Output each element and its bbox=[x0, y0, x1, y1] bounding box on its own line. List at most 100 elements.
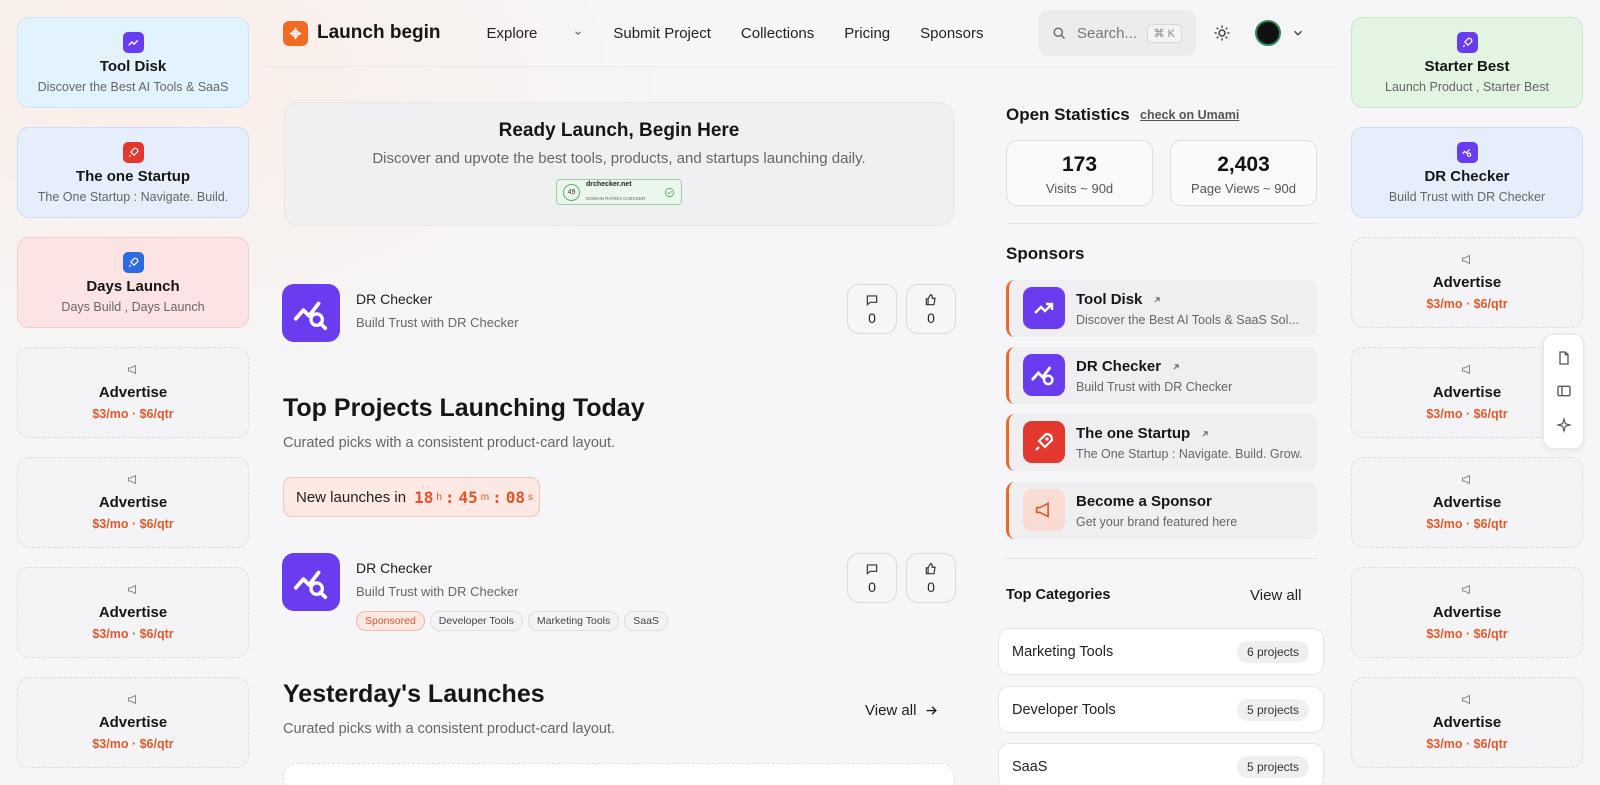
nav-explore[interactable]: Explore bbox=[487, 25, 584, 42]
nav-pricing[interactable]: Pricing bbox=[844, 25, 890, 42]
megaphone-icon bbox=[127, 584, 139, 598]
rocket-icon bbox=[1023, 421, 1065, 463]
sponsor-dr-checker[interactable]: DR Checker Build Trust with DR Checker bbox=[1006, 347, 1317, 404]
ad-subtitle: Build Trust with DR Checker bbox=[1388, 189, 1546, 204]
tag-sponsored[interactable]: Sponsored bbox=[356, 611, 425, 631]
categories-view-all[interactable]: View all bbox=[1250, 587, 1301, 604]
magnify-chart-icon bbox=[282, 553, 340, 611]
sponsor-tool-disk[interactable]: Tool Disk Discover the Best AI Tools & S… bbox=[1006, 280, 1317, 337]
sidebar-panel-icon[interactable] bbox=[1556, 383, 1572, 399]
upvote-button[interactable]: 0 bbox=[906, 553, 956, 603]
sponsor-name: The one Startup bbox=[1076, 425, 1191, 442]
document-icon[interactable] bbox=[1556, 350, 1572, 366]
sponsor-desc: Build Trust with DR Checker bbox=[1076, 380, 1233, 394]
left-ad-rail: Tool Disk Discover the Best AI Tools & S… bbox=[17, 17, 249, 785]
magnify-chart-icon bbox=[282, 284, 340, 342]
megaphone-icon bbox=[1461, 694, 1473, 708]
ad-title: Advertise bbox=[98, 494, 168, 511]
separator: : bbox=[492, 487, 502, 507]
search-input[interactable]: Search... ⌘ K bbox=[1038, 10, 1196, 56]
megaphone-icon bbox=[1461, 474, 1473, 488]
shortcut-badge: ⌘ K bbox=[1146, 23, 1182, 43]
megaphone-icon bbox=[1023, 489, 1065, 531]
visits-value: 173 bbox=[1061, 153, 1098, 176]
countdown-seconds: 08 bbox=[505, 487, 526, 507]
ad-price: $3/mo · $6/qtr bbox=[1426, 517, 1508, 531]
unit-s: s bbox=[528, 491, 534, 503]
user-avatar[interactable] bbox=[1255, 20, 1281, 46]
sponsor-one-startup[interactable]: The one Startup The One Startup : Naviga… bbox=[1006, 414, 1317, 471]
sponsor-name-row: DR Checker bbox=[1076, 358, 1181, 375]
nav-submit-project[interactable]: Submit Project bbox=[613, 25, 711, 42]
brand-logo[interactable]: Launch begin bbox=[283, 20, 441, 46]
divider bbox=[1006, 223, 1317, 224]
tag-saas[interactable]: SaaS bbox=[624, 611, 668, 631]
ad-title: Advertise bbox=[1432, 274, 1502, 291]
tag-developer-tools[interactable]: Developer Tools bbox=[429, 611, 523, 631]
external-link-icon bbox=[1154, 296, 1160, 302]
ad-price: $3/mo · $6/qtr bbox=[1426, 297, 1508, 311]
comment-count: 0 bbox=[868, 309, 876, 326]
view-all-label: View all bbox=[865, 702, 917, 719]
launch-countdown: New launches in 18 h: 45 m: 08 s bbox=[283, 477, 540, 517]
nav-sponsors[interactable]: Sponsors bbox=[920, 25, 983, 42]
hero-subtitle: Discover and upvote the best tools, prod… bbox=[372, 150, 866, 167]
advertise-slot[interactable]: Advertise $3/mo · $6/qtr bbox=[17, 457, 249, 548]
become-sponsor[interactable]: Become a Sponsor Get your brand featured… bbox=[1006, 482, 1317, 539]
unit-m: m bbox=[480, 491, 490, 503]
advertise-slot[interactable]: Advertise $3/mo · $6/qtr bbox=[17, 567, 249, 658]
sponsor-name: Become a Sponsor bbox=[1076, 493, 1212, 510]
umami-link[interactable]: check on Umami bbox=[1140, 108, 1239, 122]
comment-button[interactable]: 0 bbox=[847, 284, 897, 334]
ad-card-tool-disk[interactable]: Tool Disk Discover the Best AI Tools & S… bbox=[17, 17, 249, 108]
comment-icon bbox=[866, 294, 878, 306]
product-tags: Sponsored Developer Tools Marketing Tool… bbox=[356, 611, 673, 631]
sponsor-desc: The One Startup : Navigate. Build. Grow. bbox=[1076, 447, 1303, 461]
ad-subtitle: The One Startup : Navigate. Build. bbox=[37, 189, 229, 204]
view-all-yesterday-link[interactable]: View all bbox=[865, 702, 939, 719]
ad-subtitle: Launch Product , Starter Best bbox=[1385, 79, 1549, 94]
sparkle-icon[interactable] bbox=[1555, 417, 1572, 434]
hero-banner: Ready Launch, Begin Here Discover and up… bbox=[284, 102, 954, 226]
thumbs-up-icon bbox=[925, 562, 936, 574]
ad-card-dr-checker[interactable]: DR Checker Build Trust with DR Checker bbox=[1351, 127, 1583, 218]
ad-title: The one Startup bbox=[75, 167, 191, 185]
advertise-slot[interactable]: Advertise $3/mo · $6/qtr bbox=[17, 677, 249, 768]
advertise-slot[interactable]: Advertise $3/mo · $6/qtr bbox=[1351, 457, 1583, 548]
sponsor-name: Tool Disk bbox=[1076, 291, 1143, 308]
pageviews-label: Page Views ~ 90d bbox=[1191, 181, 1296, 196]
divider bbox=[1006, 558, 1317, 559]
ad-card-days-launch[interactable]: Days Launch Days Build , Days Launch bbox=[17, 237, 249, 328]
advertise-slot[interactable]: Advertise $3/mo · $6/qtr bbox=[1351, 567, 1583, 658]
external-link-icon bbox=[1173, 363, 1179, 369]
rocket-icon bbox=[122, 141, 144, 163]
chevron-down-icon[interactable] bbox=[1291, 26, 1305, 40]
ad-title: Days Launch bbox=[86, 277, 180, 295]
ad-title: Tool Disk bbox=[99, 57, 167, 75]
ad-title: Advertise bbox=[1432, 494, 1502, 511]
advertise-slot[interactable]: Advertise $3/mo · $6/qtr bbox=[1351, 677, 1583, 768]
category-developer-tools[interactable]: Developer Tools 5 projects bbox=[998, 686, 1324, 733]
ad-title: Advertise bbox=[98, 384, 168, 401]
upvote-button[interactable]: 0 bbox=[906, 284, 956, 334]
advertise-slot[interactable]: Advertise $3/mo · $6/qtr bbox=[1351, 237, 1583, 328]
comment-button[interactable]: 0 bbox=[847, 553, 897, 603]
theme-toggle-sun-icon[interactable] bbox=[1213, 24, 1231, 42]
ad-title: Advertise bbox=[1432, 604, 1502, 621]
rocket-icon bbox=[122, 251, 144, 273]
sponsor-desc: Get your brand featured here bbox=[1076, 515, 1238, 529]
sponsor-desc: Discover the Best AI Tools & SaaS Sol... bbox=[1076, 313, 1299, 327]
tag-marketing-tools[interactable]: Marketing Tools bbox=[527, 611, 620, 631]
category-marketing-tools[interactable]: Marketing Tools 6 projects bbox=[998, 628, 1324, 675]
arrow-right-icon bbox=[926, 706, 938, 715]
ad-price: $3/mo · $6/qtr bbox=[1426, 407, 1508, 421]
ad-card-starter-best[interactable]: Starter Best Launch Product , Starter Be… bbox=[1351, 17, 1583, 108]
dr-badge[interactable]: 49 drchecker.net DOMAIN RATING CHECKER bbox=[556, 179, 682, 205]
ad-card-one-startup[interactable]: The one Startup The One Startup : Naviga… bbox=[17, 127, 249, 218]
nav-collections[interactable]: Collections bbox=[741, 25, 814, 42]
category-name: Marketing Tools bbox=[1012, 644, 1114, 660]
advertise-slot[interactable]: Advertise $3/mo · $6/qtr bbox=[17, 347, 249, 438]
pageviews-stat: 2,403 Page Views ~ 90d bbox=[1170, 140, 1317, 206]
logo-icon bbox=[283, 20, 308, 46]
category-saas[interactable]: SaaS 5 projects bbox=[998, 743, 1324, 785]
